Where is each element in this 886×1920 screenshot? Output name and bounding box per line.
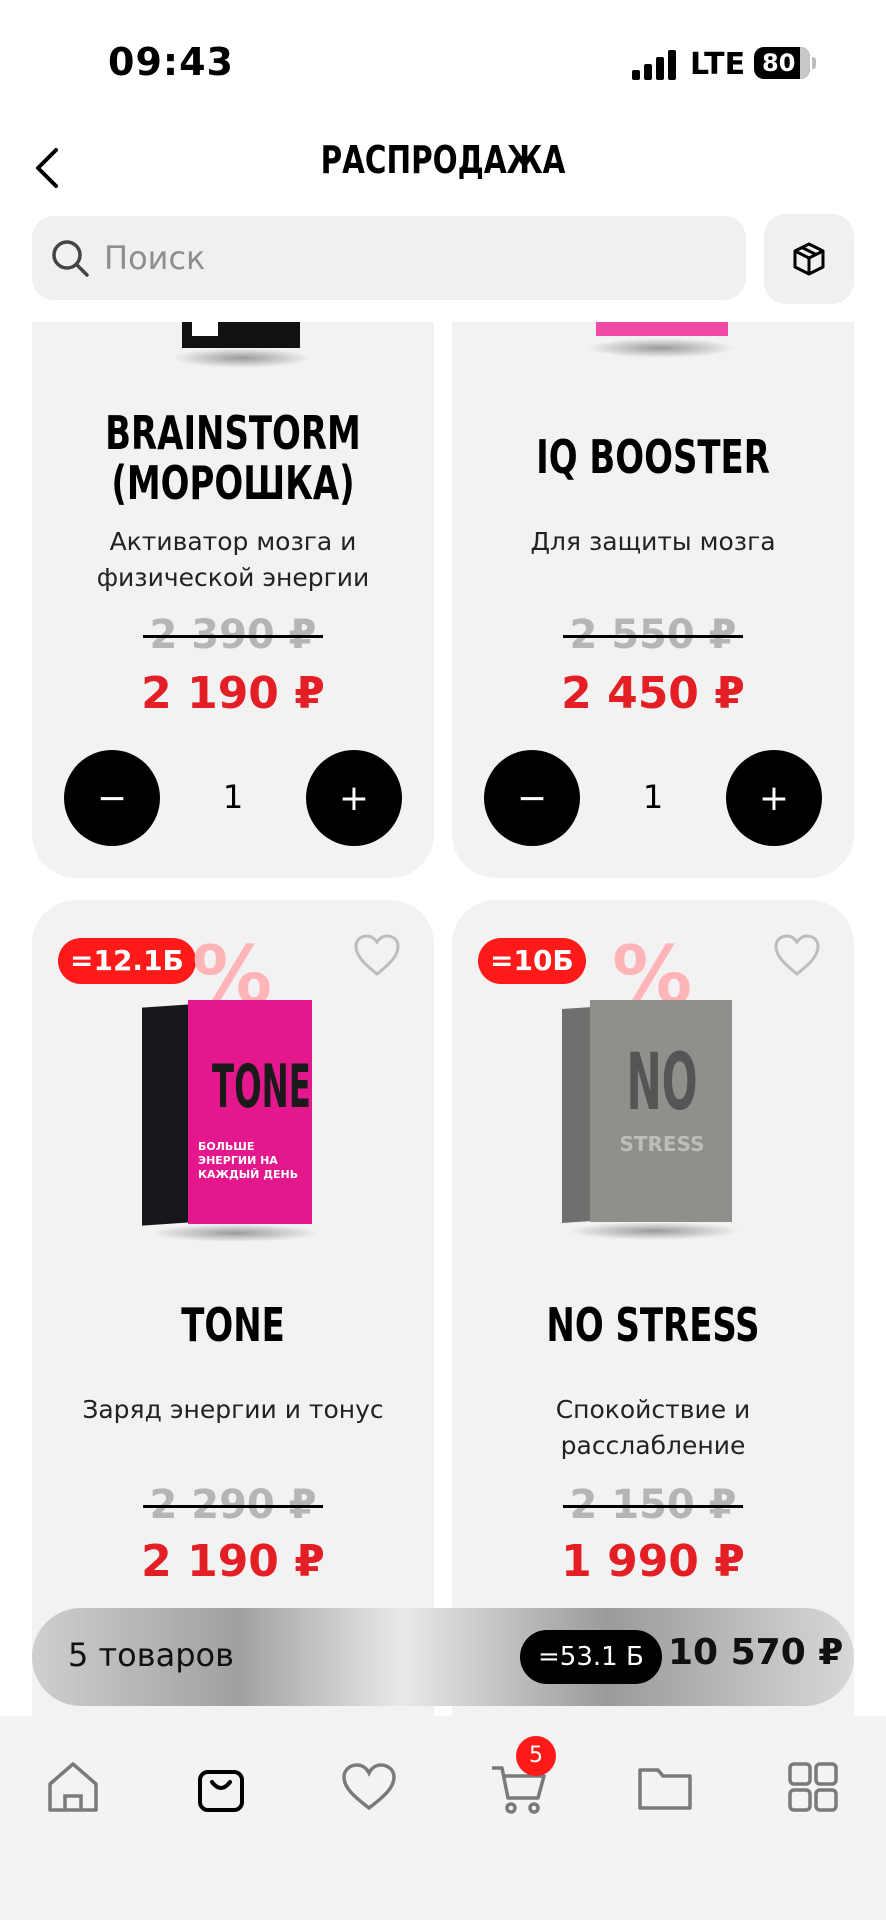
cart-bonus-badge: =53.1 Б [520, 1630, 662, 1684]
battery-icon: 80 [754, 47, 810, 79]
old-price: 2 150 ₽ [563, 1482, 743, 1528]
product-name: NO STRESS [546, 1298, 760, 1352]
product-card[interactable]: BRAINSTORM (МОРОШКА) Активатор мозга и ф… [32, 322, 434, 878]
product-name: BRAINSTORM (МОРОШКА) [105, 406, 361, 510]
decrease-button[interactable]: − [484, 750, 580, 846]
battery-level: 80 [762, 49, 796, 77]
product-grid: BRAINSTORM (МОРОШКА) Активатор мозга и ф… [0, 322, 886, 1716]
cart-item-count: 5 товаров [68, 1636, 234, 1674]
increase-button[interactable]: + [726, 750, 822, 846]
search-bar [32, 216, 746, 300]
product-image: TONE БОЛЬШЕ ЭНЕРГИИ НА КАЖДЫЙ ДЕНЬ [142, 1000, 322, 1242]
tab-menu[interactable] [778, 1752, 848, 1822]
signal-icon [632, 50, 676, 80]
sale-price: 1 990 ₽ [561, 1536, 745, 1587]
product-description: Активатор мозга и физической энергии [96, 527, 370, 592]
bottom-tab-bar: 5 [0, 1716, 886, 1920]
increase-button[interactable]: + [306, 750, 402, 846]
search-icon [52, 240, 89, 277]
tab-favorites[interactable] [334, 1752, 404, 1822]
box-icon [793, 242, 825, 276]
home-icon [48, 1762, 98, 1812]
tab-folder[interactable] [630, 1752, 700, 1822]
old-price: 2 550 ₽ [563, 612, 743, 658]
product-image: NO STRESS [562, 1000, 742, 1240]
product-image [572, 322, 736, 382]
box-button[interactable] [764, 214, 854, 304]
product-name: IQ BOOSTER [536, 430, 770, 484]
cart-total: 10 570 ₽ [668, 1632, 844, 1673]
page-title: РАСПРОДАЖА [320, 138, 566, 182]
product-description: Спокойствие и расслабление [555, 1395, 751, 1460]
page: 09:43 LTE 80 РАСПРОДАЖА Поиск BRAINSTORM… [0, 0, 886, 1920]
quantity-value: 1 [222, 778, 244, 816]
box-label: NO [626, 1038, 698, 1128]
bonus-badge: =10Б [478, 938, 586, 984]
tab-home[interactable] [38, 1752, 108, 1822]
cart-badge: 5 [516, 1736, 556, 1776]
quantity-stepper: − 1 + [32, 750, 434, 846]
old-price: 2 290 ₽ [143, 1482, 323, 1528]
cart-summary-bar[interactable]: 5 товаров =53.1 Б 10 570 ₽ [32, 1608, 854, 1706]
decrease-button[interactable]: − [64, 750, 160, 846]
status-time: 09:43 [108, 40, 234, 84]
product-card[interactable]: IQ BOOSTER Для защиты мозга 2 550 ₽ 2 45… [452, 322, 854, 878]
product-description: Заряд энергии и тонус [82, 1395, 384, 1424]
shopping-bag-icon [198, 1770, 244, 1812]
grid-icon [788, 1762, 838, 1812]
quantity-stepper: − 1 + [452, 750, 854, 846]
product-name: TONE [181, 1298, 285, 1352]
search-input[interactable] [104, 216, 724, 300]
folder-icon [638, 1768, 692, 1810]
tab-catalog[interactable] [186, 1752, 256, 1822]
product-card[interactable]: =10Б % NO STRESS NO STRESS Спокойствие и… [452, 900, 854, 1716]
heart-icon [342, 1763, 396, 1811]
heart-icon[interactable] [772, 932, 822, 978]
sale-price: 2 450 ₽ [561, 668, 745, 719]
product-image [152, 322, 312, 382]
box-sublabel: БОЛЬШЕ ЭНЕРГИИ НА КАЖДЫЙ ДЕНЬ [198, 1140, 299, 1181]
box-label: TONE [212, 1052, 311, 1122]
bonus-badge: =12.1Б [58, 938, 196, 984]
quantity-value: 1 [642, 778, 664, 816]
header: РАСПРОДАЖА [0, 118, 886, 208]
battery-cap [812, 57, 816, 69]
product-description: Для защиты мозга [530, 527, 776, 556]
old-price: 2 390 ₽ [143, 612, 323, 658]
network-label: LTE [690, 47, 746, 82]
sale-price: 2 190 ₽ [141, 668, 325, 719]
product-card[interactable]: =12.1Б % TONE БОЛЬШЕ ЭНЕРГИИ НА КАЖДЫЙ Д… [32, 900, 434, 1716]
heart-icon[interactable] [352, 932, 402, 978]
status-bar: 09:43 LTE 80 [0, 0, 886, 118]
box-sublabel: STRESS [619, 1132, 705, 1156]
sale-price: 2 190 ₽ [141, 1536, 325, 1587]
